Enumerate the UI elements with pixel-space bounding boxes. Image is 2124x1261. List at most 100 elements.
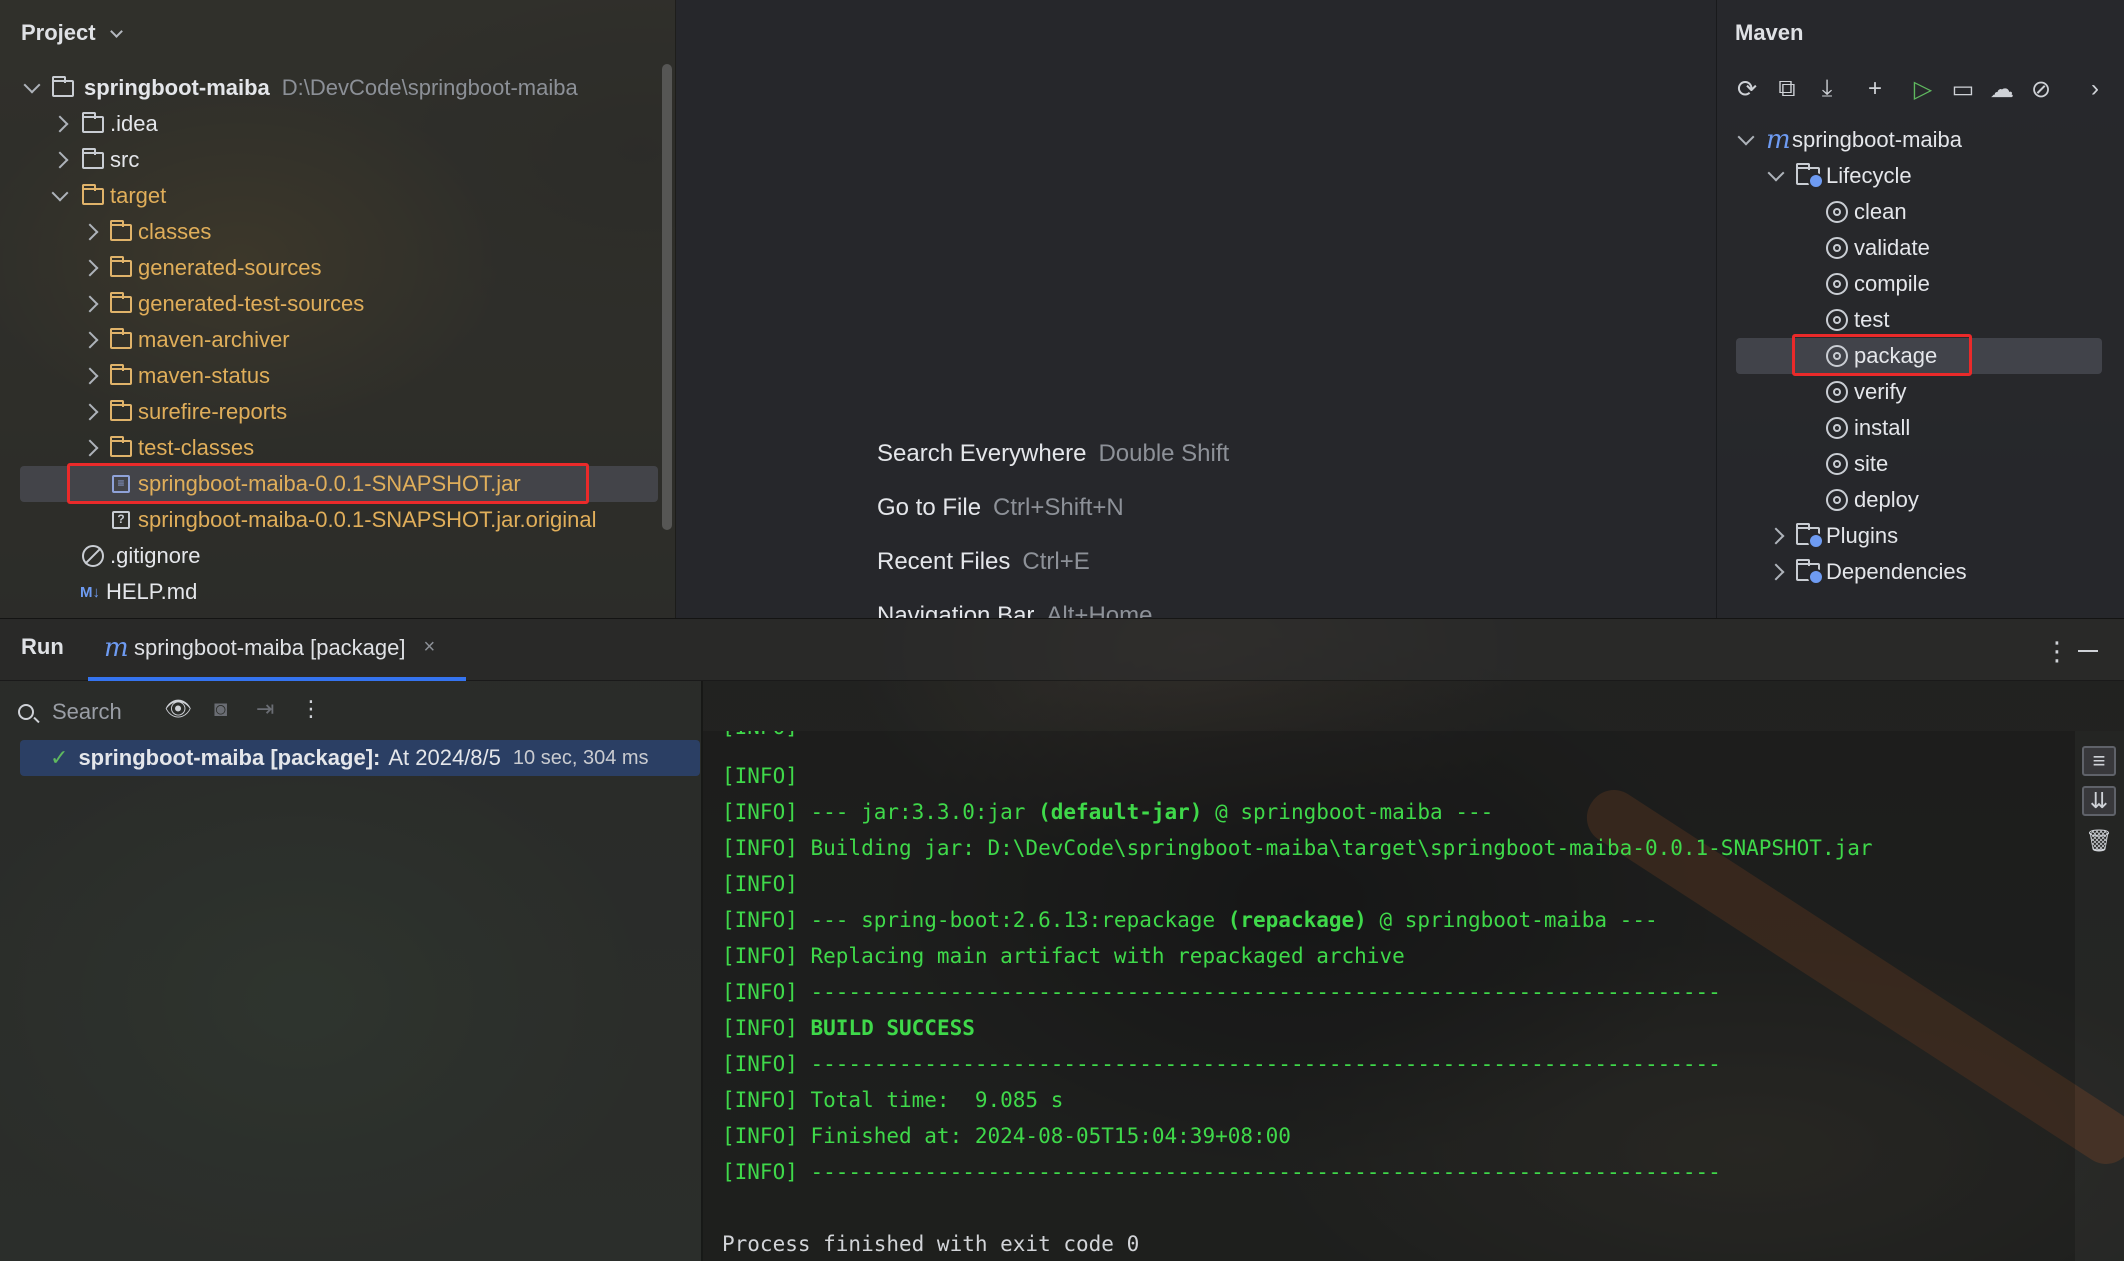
collapse-arrow-icon[interactable]	[81, 367, 99, 385]
tab-label: springboot-maiba [package]	[134, 634, 406, 660]
expand-arrow-icon[interactable]	[1767, 164, 1785, 182]
skip-tests-icon[interactable]: ⊘	[2026, 74, 2056, 104]
maven-lifecycle-node[interactable]: Lifecycle	[1767, 158, 1912, 194]
console-exit-message: Process finished with exit code 0	[722, 1232, 1140, 1256]
gear-icon	[1826, 453, 1848, 475]
generate-sources-icon[interactable]: ⧉	[1772, 74, 1802, 104]
camera-icon[interactable]: ◙	[214, 696, 227, 722]
maven-plugins-node[interactable]: Plugins	[1767, 518, 1898, 554]
collapse-arrow-icon[interactable]	[1767, 563, 1785, 581]
project-scrollbar[interactable]	[662, 64, 672, 530]
search-input[interactable]: Search	[52, 699, 122, 725]
goal-label: install	[1854, 415, 1911, 440]
add-icon[interactable]: +	[1860, 74, 1890, 104]
tree-item-maven-status[interactable]: maven-status	[81, 358, 270, 394]
expand-arrow-icon[interactable]	[51, 184, 69, 202]
gear-icon	[1826, 201, 1848, 223]
tree-item-maven-archiver[interactable]: maven-archiver	[81, 322, 290, 358]
offline-mode-icon[interactable]: ☁	[1987, 74, 2017, 104]
expand-arrow-icon[interactable]	[1737, 128, 1755, 146]
reload-icon[interactable]: ⟳	[1732, 74, 1762, 104]
minimize-icon[interactable]	[2078, 650, 2098, 652]
tree-root[interactable]: springboot-maiba D:\DevCode\springboot-m…	[23, 70, 578, 106]
tree-item-surefire-reports[interactable]: surefire-reports	[81, 394, 287, 430]
more-options-icon[interactable]: ⋮	[2044, 636, 2070, 667]
console-line-prefix: [INFO]	[722, 800, 798, 824]
download-icon[interactable]: ⤓	[1812, 74, 1842, 104]
collapse-arrow-icon[interactable]	[81, 331, 99, 349]
maven-goal-deploy[interactable]: deploy	[1826, 482, 1919, 518]
tree-item-gitignore[interactable]: .gitignore	[82, 538, 201, 574]
tree-item-idea[interactable]: .idea	[51, 106, 158, 142]
maven-goal-verify[interactable]: verify	[1826, 374, 1907, 410]
maven-dependencies-node[interactable]: Dependencies	[1767, 554, 1967, 590]
console-line: [INFO] BUILD SUCCESS	[722, 1010, 975, 1046]
execute-goal-icon[interactable]: ▭	[1948, 74, 1978, 104]
maven-goal-site[interactable]: site	[1826, 446, 1888, 482]
unknown-file-icon: ?	[112, 511, 130, 529]
collapse-arrow-icon[interactable]	[51, 151, 69, 169]
collapse-arrow-icon[interactable]	[81, 223, 99, 241]
tree-item-test-classes[interactable]: test-classes	[81, 430, 255, 466]
highlight-box-package	[1792, 334, 1972, 376]
tree-item-generated-sources[interactable]: generated-sources	[81, 250, 321, 286]
maven-goal-validate[interactable]: validate	[1826, 230, 1930, 266]
console-line-prefix: [INFO]	[722, 731, 798, 739]
lifecycle-folder-icon	[1796, 163, 1824, 189]
eye-icon[interactable]: 👁	[164, 696, 192, 722]
tab-run-package[interactable]: m springboot-maiba [package] ×	[88, 618, 466, 681]
project-panel-header[interactable]: Project	[21, 20, 123, 46]
console-line-prefix: [INFO]	[722, 1052, 798, 1076]
gear-icon	[1826, 309, 1848, 331]
close-icon[interactable]: ×	[424, 636, 436, 659]
console-line: [INFO] ---------------------------------…	[722, 974, 1721, 1010]
console-line-text: --- jar:3.3.0:jar	[797, 800, 1039, 824]
export-icon[interactable]: ⇥	[256, 696, 274, 722]
run-item-name: springboot-maiba [package]:	[78, 745, 381, 770]
console-line-prefix: [INFO]	[722, 872, 798, 896]
maven-project-label: springboot-maiba	[1792, 127, 1962, 152]
tree-item-src[interactable]: src	[51, 142, 139, 178]
collapse-arrow-icon[interactable]	[81, 259, 99, 277]
expand-arrow-icon[interactable]	[23, 76, 41, 94]
collapse-arrow-icon[interactable]	[81, 403, 99, 421]
maven-goal-test[interactable]: test	[1826, 302, 1889, 338]
gear-icon	[1826, 273, 1848, 295]
console-line-prefix: [INFO]	[722, 944, 798, 968]
run-tree-item[interactable]: ✓ springboot-maiba [package]: At 2024/8/…	[20, 740, 700, 776]
search-icon	[18, 704, 34, 720]
tree-item-help-md[interactable]: M↓ HELP.md	[80, 574, 197, 610]
soft-wrap-icon[interactable]: ≡	[2082, 746, 2116, 776]
more-options-icon[interactable]: ⋮	[300, 696, 322, 722]
maven-project-node[interactable]: m springboot-maiba	[1737, 122, 1962, 158]
console-line-prefix: [INFO]	[722, 1160, 798, 1184]
maven-goal-install[interactable]: install	[1826, 410, 1910, 446]
folder-icon	[82, 147, 104, 169]
maven-goal-compile[interactable]: compile	[1826, 266, 1930, 302]
collapse-arrow-icon[interactable]	[81, 295, 99, 313]
scroll-to-end-icon[interactable]: ⇊	[2082, 786, 2116, 816]
tree-item-target[interactable]: target	[51, 178, 166, 214]
hint-action: Go to File	[877, 494, 982, 521]
console-line-text: Building jar: D:\DevCode\springboot-maib…	[797, 836, 1873, 860]
console-line-prefix: [INFO]	[722, 1016, 798, 1040]
tree-item-generated-test-sources[interactable]: generated-test-sources	[81, 286, 364, 322]
chevron-right-icon[interactable]: ›	[2080, 74, 2110, 104]
tree-item-jar-original[interactable]: ? springboot-maiba-0.0.1-SNAPSHOT.jar.or…	[112, 502, 597, 538]
console-line-prefix: [INFO]	[722, 1088, 798, 1112]
tree-item-classes[interactable]: classes	[81, 214, 211, 250]
collapse-arrow-icon[interactable]	[51, 115, 69, 133]
goal-label: site	[1854, 451, 1889, 476]
console-line: [INFO] --- jar:3.3.0:jar (default-jar) @…	[722, 794, 1493, 830]
console-line-prefix: [INFO]	[722, 836, 798, 860]
run-icon[interactable]: ▷	[1908, 74, 1938, 104]
collapse-arrow-icon[interactable]	[81, 439, 99, 457]
trash-icon[interactable]: 🗑	[2082, 826, 2116, 856]
maven-panel-title: Maven	[1735, 20, 1804, 45]
excluded-folder-icon	[110, 363, 132, 385]
maven-goal-clean[interactable]: clean	[1826, 194, 1907, 230]
hint-shortcut: Double Shift	[1098, 440, 1230, 467]
collapse-arrow-icon[interactable]	[1767, 527, 1785, 545]
run-search-field[interactable]: Search	[6, 693, 122, 731]
tree-item-label: test-classes	[138, 435, 255, 460]
